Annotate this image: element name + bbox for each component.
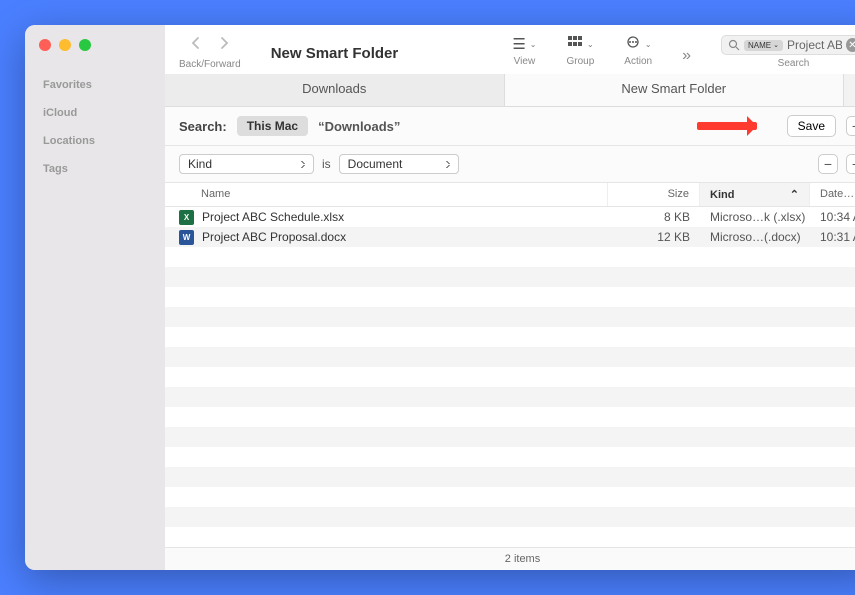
file-list: X Project ABC Schedule.xlsx 8 KBMicroso…k … [165, 207, 855, 547]
close-window-button[interactable] [39, 39, 51, 51]
group-group[interactable]: ⌄ Group [567, 35, 595, 67]
window-title: New Smart Folder [271, 43, 399, 62]
tab-downloads[interactable]: Downloads [165, 74, 505, 106]
empty-row [165, 367, 855, 387]
file-date: 10:34 AM [810, 210, 855, 224]
search-scope-label: Search: [179, 119, 227, 134]
remove-scope-button[interactable]: − [846, 116, 855, 136]
scope-this-mac[interactable]: This Mac [237, 116, 308, 136]
window-controls [25, 39, 165, 71]
criteria-operator: is [322, 157, 331, 171]
action-icon [625, 35, 641, 53]
search-label: Search [778, 58, 810, 69]
file-row[interactable]: W Project ABC Proposal.docx 12 KBMicroso…(… [165, 227, 855, 247]
forward-button[interactable] [218, 35, 230, 56]
sidebar-section-favorites[interactable]: Favorites [25, 71, 165, 99]
empty-row [165, 467, 855, 487]
empty-row [165, 387, 855, 407]
remove-criteria-button[interactable]: − [818, 154, 838, 174]
sidebar-section-tags[interactable]: Tags [25, 155, 165, 183]
file-icon: W [179, 230, 194, 245]
chevron-down-icon: ⌄ [587, 40, 594, 49]
empty-row [165, 427, 855, 447]
file-row[interactable]: X Project ABC Schedule.xlsx 8 KBMicroso…k … [165, 207, 855, 227]
annotation-arrow [697, 122, 757, 130]
new-tab-button[interactable]: + [844, 74, 855, 106]
empty-row [165, 487, 855, 507]
empty-row [165, 507, 855, 527]
sidebar-section-icloud[interactable]: iCloud [25, 99, 165, 127]
file-size: 8 KB [608, 210, 700, 224]
action-group[interactable]: ⌄ Action [624, 35, 652, 67]
file-name: Project ABC Proposal.docx [202, 230, 346, 244]
back-button[interactable] [190, 35, 202, 56]
criteria-value-select[interactable]: Document [339, 154, 459, 174]
status-bar: 2 items [165, 547, 855, 570]
location-tabs: Downloads New Smart Folder + [165, 74, 855, 107]
column-header-size[interactable]: Size [608, 183, 700, 206]
group-icon [567, 35, 583, 53]
sidebar: Favorites iCloud Locations Tags [25, 25, 165, 570]
minimize-window-button[interactable] [59, 39, 71, 51]
empty-row [165, 407, 855, 427]
empty-row [165, 247, 855, 267]
tab-new-smart-folder[interactable]: New Smart Folder [505, 74, 845, 106]
view-group[interactable]: ☰ ⌄ View [512, 35, 536, 67]
save-button[interactable]: Save [787, 115, 836, 137]
view-label: View [514, 56, 536, 67]
toolbar-overflow-button[interactable]: » [682, 41, 691, 65]
search-field[interactable]: NAME⌄ ✕ [721, 35, 855, 55]
zoom-window-button[interactable] [79, 39, 91, 51]
nav-group: Back/Forward [179, 35, 241, 70]
toolbar: Back/Forward New Smart Folder ☰ ⌄ View ⌄ … [165, 25, 855, 74]
file-kind: Microso…k (.xlsx) [700, 210, 810, 224]
file-kind: Microso…(.docx) [700, 230, 810, 244]
empty-row [165, 287, 855, 307]
main-content: Back/Forward New Smart Folder ☰ ⌄ View ⌄ … [165, 25, 855, 570]
column-header-name[interactable]: Name [165, 183, 608, 206]
empty-row [165, 327, 855, 347]
finder-window: Favorites iCloud Locations Tags Back/For… [25, 25, 855, 570]
search-filter-token[interactable]: NAME⌄ [744, 40, 783, 51]
search-scope-bar: Search: This Mac “Downloads” Save − [165, 107, 855, 146]
column-headers: Name Size Kind⌃ Date…pe [165, 183, 855, 207]
action-label: Action [624, 56, 652, 67]
file-name: Project ABC Schedule.xlsx [202, 210, 344, 224]
search-icon [728, 39, 740, 51]
scope-downloads[interactable]: “Downloads” [318, 119, 400, 134]
file-size: 12 KB [608, 230, 700, 244]
empty-row [165, 447, 855, 467]
chevron-down-icon: ⌄ [645, 40, 652, 49]
criteria-row: Kind is Document − + [165, 146, 855, 183]
view-icon: ☰ [512, 35, 525, 53]
chevron-down-icon: ⌄ [530, 40, 537, 49]
sort-asc-icon: ⌃ [790, 188, 799, 201]
criteria-attribute-select[interactable]: Kind [179, 154, 314, 174]
column-header-date[interactable]: Date…pe [810, 183, 855, 206]
empty-row [165, 307, 855, 327]
file-icon: X [179, 210, 194, 225]
column-header-kind[interactable]: Kind⌃ [700, 183, 810, 206]
add-criteria-button[interactable]: + [846, 154, 855, 174]
empty-row [165, 347, 855, 367]
file-date: 10:31 AM [810, 230, 855, 244]
group-label: Group [567, 56, 595, 67]
clear-search-button[interactable]: ✕ [846, 38, 855, 52]
sidebar-section-locations[interactable]: Locations [25, 127, 165, 155]
search-input[interactable] [787, 38, 842, 52]
nav-label: Back/Forward [179, 59, 241, 70]
empty-row [165, 267, 855, 287]
